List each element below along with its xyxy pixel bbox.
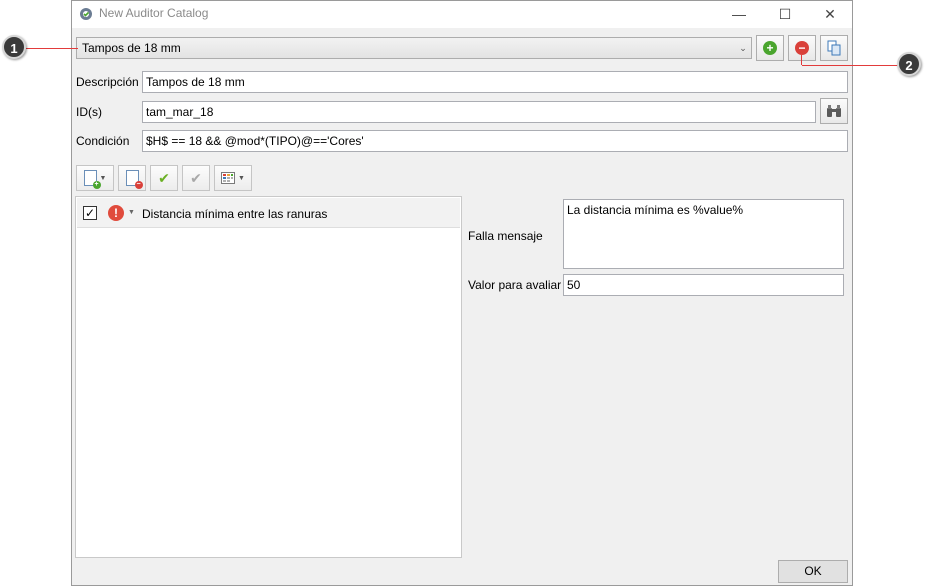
remove-rule-button[interactable]: − <box>118 165 146 191</box>
ids-label: ID(s) <box>76 105 102 119</box>
description-label: Descripción <box>76 75 139 89</box>
add-catalog-button[interactable]: + <box>756 35 784 61</box>
plus-circle-icon: + <box>763 41 777 55</box>
minus-circle-icon: − <box>795 41 809 55</box>
maximize-button[interactable]: ☐ <box>762 1 808 27</box>
copy-catalog-button[interactable] <box>820 35 848 61</box>
minimize-button[interactable]: — <box>716 1 762 27</box>
copy-icon <box>827 40 841 56</box>
fail-message-label: Falla mensaje <box>468 229 543 243</box>
chevron-down-icon: ▼ <box>99 174 107 182</box>
condition-label: Condición <box>76 134 130 148</box>
check-all-button[interactable]: ✔ <box>150 165 178 191</box>
ok-button[interactable]: OK <box>778 560 848 583</box>
rule-label: Distancia mínima entre las ranuras <box>142 207 328 221</box>
checkmark-icon: ✔ <box>158 169 170 186</box>
chevron-down-icon[interactable]: ▼ <box>128 209 135 216</box>
binoculars-icon <box>827 105 841 117</box>
condition-field[interactable]: $H$ == 18 && @mod*(TIPO)@=='Cores' <box>142 130 848 152</box>
checkmark-gray-icon: ✔ <box>190 169 202 186</box>
eval-value-field[interactable]: 50 <box>563 274 844 296</box>
catalog-select[interactable]: Tampos de 18 mm <box>76 37 752 59</box>
app-icon <box>78 5 94 21</box>
callout-2-line <box>802 65 898 66</box>
callout-2-connector <box>801 55 802 65</box>
error-icon: ! <box>108 205 124 221</box>
grid-icon <box>221 172 236 184</box>
uncheck-all-button[interactable]: ✔ <box>182 165 210 191</box>
new-document-icon: + <box>83 170 101 189</box>
rules-list <box>75 196 462 558</box>
add-rule-button[interactable]: + ▼ <box>76 165 114 191</box>
remove-catalog-button[interactable]: − <box>788 35 816 61</box>
chevron-down-icon: ▼ <box>238 174 245 182</box>
callout-1-line <box>26 48 78 49</box>
grid-options-button[interactable]: ▼ <box>214 165 252 191</box>
eval-value-label: Valor para avaliar <box>468 278 562 292</box>
fail-message-textarea[interactable]: La distancia mínima es %value% <box>563 199 844 269</box>
ids-field[interactable]: tam_mar_18 <box>142 101 816 123</box>
rule-checkbox[interactable]: ✓ <box>83 206 97 220</box>
delete-document-icon: − <box>125 170 143 189</box>
close-button[interactable]: ✕ <box>807 1 853 27</box>
search-ids-button[interactable] <box>820 98 848 124</box>
description-field[interactable]: Tampos de 18 mm <box>142 71 848 93</box>
callout-1: 1 <box>2 35 26 59</box>
window-title: New Auditor Catalog <box>99 6 209 20</box>
callout-2: 2 <box>897 52 921 76</box>
chevron-down-icon[interactable]: ⌄ <box>736 40 750 56</box>
